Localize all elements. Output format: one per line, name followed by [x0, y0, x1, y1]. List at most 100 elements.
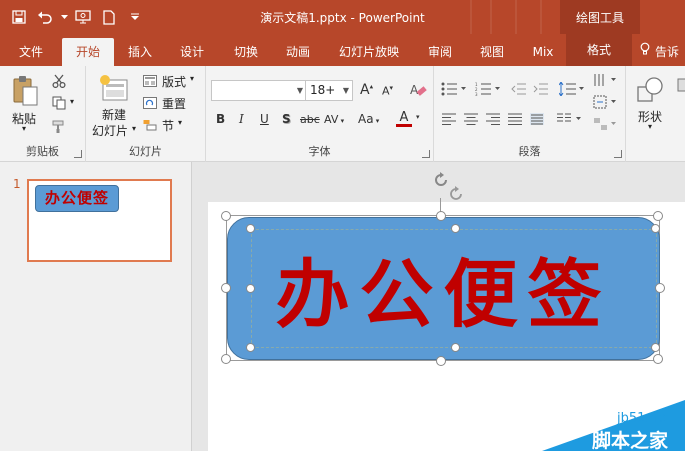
increase-indent-icon[interactable]: [532, 80, 550, 98]
tell-me-label: 告诉: [655, 45, 680, 59]
tab-slideshow[interactable]: 幻灯片放映: [330, 38, 408, 66]
reset-icon[interactable]: [142, 96, 158, 110]
new-slide-dropdown-icon[interactable]: ▾: [132, 124, 136, 133]
slide-thumbnail[interactable]: 办公便签: [27, 179, 172, 262]
title-bar: 演示文稿1.pptx - PowerPoint 绘图工具: [0, 0, 685, 34]
font-color-icon: A: [399, 110, 409, 125]
change-case-button[interactable]: Aa ▾: [358, 112, 379, 126]
clipboard-launcher-icon[interactable]: [74, 150, 82, 158]
textbox-handle-s[interactable]: [451, 343, 460, 352]
align-center-icon[interactable]: [462, 110, 480, 128]
rotate-handle-cursor-icon: [446, 184, 466, 204]
textbox-handle-se[interactable]: [651, 343, 660, 352]
distributed-icon[interactable]: [528, 110, 546, 128]
decrease-indent-icon[interactable]: [510, 80, 528, 98]
tell-me-box[interactable]: 告诉: [640, 38, 679, 66]
character-spacing-button[interactable]: AV ▾: [324, 113, 344, 126]
resize-handle-n[interactable]: [436, 211, 446, 221]
copy-icon[interactable]: [50, 94, 68, 112]
align-text-icon[interactable]: [592, 94, 618, 110]
shrink-font-button[interactable]: A▾: [382, 84, 393, 98]
font-launcher-icon[interactable]: [422, 150, 430, 158]
bold-button[interactable]: B: [216, 112, 225, 126]
resize-handle-sw[interactable]: [221, 354, 231, 364]
font-color-button[interactable]: A: [396, 110, 412, 127]
watermark-url: jb51.net: [617, 411, 671, 426]
layout-dropdown-icon[interactable]: ▾: [190, 74, 194, 83]
tab-transitions[interactable]: 切换: [224, 38, 268, 66]
smartart-convert-icon[interactable]: [592, 116, 618, 132]
font-name-dropdown-icon[interactable]: ▼: [297, 81, 303, 100]
paragraph-launcher-icon[interactable]: [614, 150, 622, 158]
section-dropdown-icon[interactable]: ▾: [178, 118, 182, 127]
tab-mix[interactable]: Mix: [522, 38, 564, 66]
resize-handle-s[interactable]: [436, 356, 446, 366]
cut-icon[interactable]: [50, 72, 68, 90]
shapes-icon[interactable]: [634, 74, 666, 106]
tab-insert[interactable]: 插入: [118, 38, 162, 66]
resize-handle-se[interactable]: [653, 354, 663, 364]
strikethrough-button[interactable]: abc: [300, 113, 320, 126]
font-color-dropdown-icon[interactable]: ▾: [416, 113, 420, 121]
tab-view[interactable]: 视图: [470, 38, 514, 66]
paste-dropdown-icon[interactable]: ▾: [22, 124, 26, 133]
svg-text:A: A: [410, 83, 419, 97]
font-size-dropdown-icon[interactable]: ▼: [343, 81, 349, 100]
lightbulb-icon: [640, 38, 650, 66]
grow-font-button[interactable]: A▴: [360, 82, 373, 98]
tab-review[interactable]: 审阅: [418, 38, 462, 66]
clear-formatting-icon[interactable]: A: [408, 80, 428, 100]
shapes-dropdown-icon[interactable]: ▾: [648, 122, 652, 131]
paragraph-group: 123 段落: [434, 66, 626, 162]
new-slide-icon[interactable]: [98, 72, 130, 106]
new-slide-label-1[interactable]: 新建: [102, 106, 126, 123]
arrange-icon[interactable]: [676, 74, 685, 104]
section-label[interactable]: 节: [162, 117, 174, 134]
align-left-icon[interactable]: [440, 110, 458, 128]
shadow-button[interactable]: S: [282, 112, 291, 126]
tab-design[interactable]: 设计: [170, 38, 214, 66]
copy-dropdown-icon[interactable]: ▾: [70, 97, 74, 106]
font-name-combobox[interactable]: ▼: [211, 80, 307, 101]
section-icon[interactable]: [142, 118, 158, 132]
clipboard-group-label: 剪贴板: [26, 145, 59, 158]
align-right-icon[interactable]: [484, 110, 502, 128]
drawing-group: 形状 ▾: [626, 66, 685, 162]
slides-group: 新建 幻灯片 ▾ 版式 ▾ 重置 节 ▾ 幻灯片: [86, 66, 206, 162]
italic-button[interactable]: I: [239, 112, 244, 126]
resize-handle-ne[interactable]: [653, 211, 663, 221]
slides-group-label: 幻灯片: [129, 145, 162, 158]
justify-icon[interactable]: [506, 110, 524, 128]
resize-handle-w[interactable]: [221, 283, 231, 293]
shrink-font-label: A: [382, 84, 390, 98]
font-size-combobox[interactable]: 18+ ▼: [305, 80, 353, 101]
tab-animations[interactable]: 动画: [276, 38, 320, 66]
shape-text[interactable]: 办公便签: [227, 217, 660, 360]
layout-icon[interactable]: [142, 74, 158, 88]
format-painter-icon[interactable]: [50, 118, 68, 136]
textbox-handle-ne[interactable]: [651, 224, 660, 233]
new-slide-label-2[interactable]: 幻灯片: [92, 122, 128, 139]
paragraph-group-label: 段落: [518, 145, 541, 158]
columns-icon[interactable]: [556, 110, 584, 128]
underline-button[interactable]: U: [260, 112, 269, 126]
drawing-tools-header: 绘图工具: [560, 0, 640, 34]
bullets-icon[interactable]: [440, 80, 468, 98]
resize-handle-nw[interactable]: [221, 211, 231, 221]
textbox-handle-w[interactable]: [246, 284, 255, 293]
slide-number: 1: [13, 177, 21, 191]
line-spacing-icon[interactable]: [558, 80, 586, 98]
character-spacing-label: AV: [324, 113, 339, 126]
textbox-handle-sw[interactable]: [246, 343, 255, 352]
reset-label[interactable]: 重置: [162, 95, 186, 112]
text-direction-icon[interactable]: [592, 72, 618, 88]
tab-file[interactable]: 文件: [8, 38, 54, 66]
tab-format[interactable]: 格式: [566, 34, 632, 66]
tab-home[interactable]: 开始: [62, 38, 114, 66]
paste-icon[interactable]: [10, 74, 40, 108]
textbox-handle-n[interactable]: [451, 224, 460, 233]
numbering-icon[interactable]: 123: [474, 80, 502, 98]
resize-handle-e[interactable]: [655, 283, 665, 293]
textbox-handle-nw[interactable]: [246, 224, 255, 233]
layout-label[interactable]: 版式: [162, 73, 186, 90]
